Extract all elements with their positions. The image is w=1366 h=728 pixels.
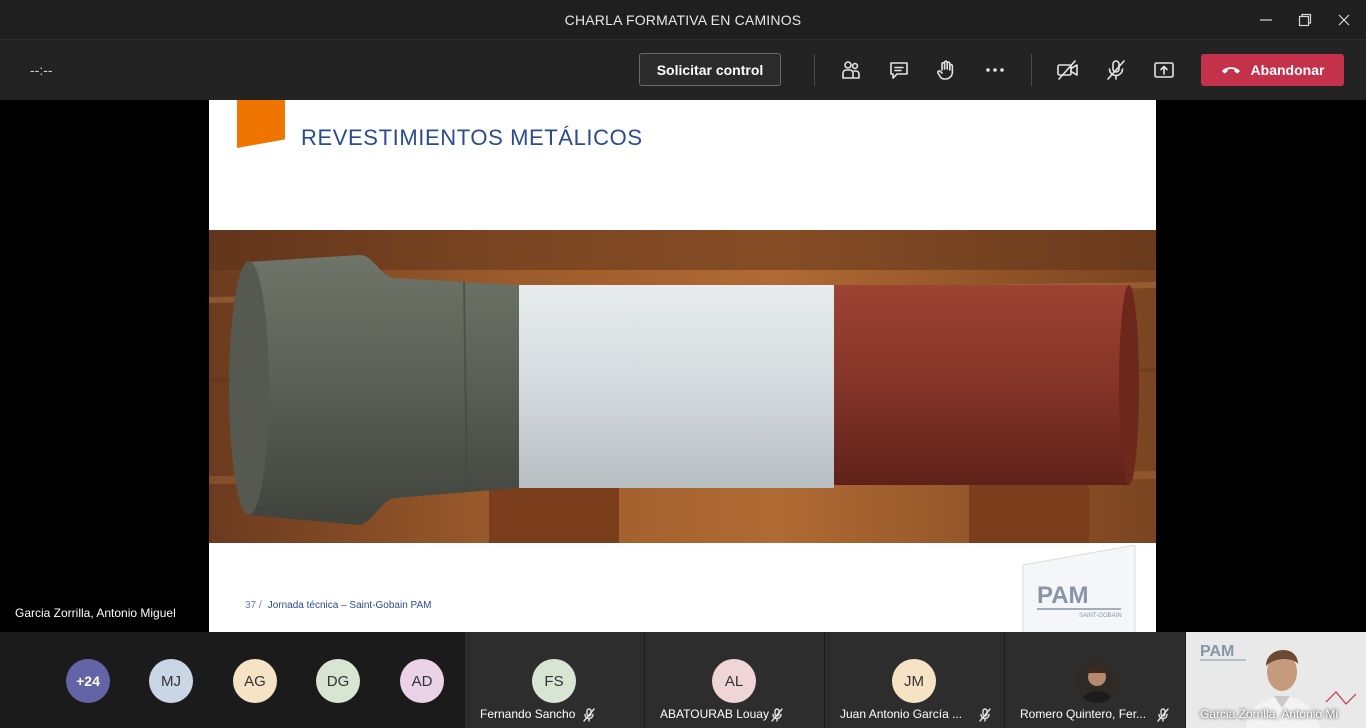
pam-logo: PAM SAINT-GOBAIN: [1021, 544, 1137, 632]
mic-muted-icon: [1156, 708, 1170, 722]
participant-avatar[interactable]: MJ: [149, 659, 193, 703]
presenter-video-tile[interactable]: PAM Garcia Zorrilla, Antonio Mi: [1186, 632, 1366, 728]
participant-avatar[interactable]: AD: [400, 659, 444, 703]
participant-avatar[interactable]: DG: [316, 659, 360, 703]
participant-tile[interactable]: Romero Quintero, Fer...: [1005, 632, 1185, 728]
phone-hangup-icon: [1221, 67, 1240, 74]
slide-title: REVESTIMIENTOS METÁLICOS: [301, 125, 643, 150]
shared-content-area: REVESTIMIENTOS METÁLICOS 37 / Jornada té…: [0, 100, 1366, 632]
participants-icon: [842, 61, 860, 79]
slide-footer: 37 / Jornada técnica – Saint-Gobain PAM: [245, 600, 431, 611]
participant-tile[interactable]: FS Fernando Sancho: [465, 632, 644, 728]
share-tray-icon: [1154, 62, 1174, 78]
pam-logo-text: PAM: [1037, 582, 1089, 609]
toolbar-divider: [814, 54, 815, 86]
restore-icon: [1298, 13, 1312, 27]
camera-off-icon: [1057, 60, 1078, 80]
participant-name: Juan Antonio García ...: [840, 707, 963, 721]
participant-tile[interactable]: AL ABATOURAB Louay: [645, 632, 824, 728]
participant-avatar[interactable]: AG: [233, 659, 277, 703]
mic-muted-icon: [770, 708, 784, 722]
mic-toggle-button[interactable]: [1103, 57, 1129, 83]
meeting-toolbar: --:-- Solicitar control Abandonar: [0, 40, 1366, 100]
pam-logo-subtext: SAINT-GOBAIN: [1079, 613, 1122, 619]
mic-off-icon: [1107, 60, 1125, 80]
more-participants-button[interactable]: +24: [66, 659, 110, 703]
pipe-coatings-photo: [209, 230, 1156, 543]
raise-hand-button[interactable]: [933, 57, 959, 83]
close-icon: [1338, 14, 1350, 26]
participant-tile[interactable]: JM Juan Antonio García ...: [825, 632, 1004, 728]
raise-hand-icon: [937, 60, 954, 80]
more-options-button[interactable]: [982, 57, 1008, 83]
request-control-button[interactable]: Solicitar control: [639, 53, 781, 86]
slide-page-number: 37 /: [245, 600, 262, 611]
title-bar: CHARLA FORMATIVA EN CAMINOS: [0, 0, 1366, 40]
camera-toggle-button[interactable]: [1055, 57, 1081, 83]
leave-button[interactable]: Abandonar: [1201, 54, 1344, 86]
share-tray-button[interactable]: [1151, 57, 1177, 83]
mic-muted-icon: [978, 708, 992, 722]
participant-initials: FS: [532, 659, 576, 703]
presentation-slide: REVESTIMIENTOS METÁLICOS 37 / Jornada té…: [209, 100, 1156, 632]
window-title: CHARLA FORMATIVA EN CAMINOS: [564, 12, 802, 28]
mic-muted-icon: [582, 708, 596, 722]
chat-icon: [890, 62, 908, 79]
presenter-tile-name: Garcia Zorrilla, Antonio Mi: [1200, 707, 1339, 721]
participant-name: Fernando Sancho: [480, 707, 576, 721]
toolbar-divider: [1031, 54, 1032, 86]
more-options-icon: [986, 68, 1004, 72]
close-button[interactable]: [1331, 8, 1357, 32]
participant-name: ABATOURAB Louay: [660, 707, 769, 721]
slide-accent-shape: [237, 100, 285, 148]
call-timer: --:--: [30, 62, 53, 78]
chat-button[interactable]: [886, 57, 912, 83]
presenter-name: Garcia Zorrilla, Antonio Miguel: [15, 606, 176, 620]
participants-strip: +24 MJ AG DG AD FS Fernando Sancho AL AB…: [0, 632, 1366, 728]
slide-footer-text: Jornada técnica – Saint-Gobain PAM: [267, 600, 432, 611]
participant-initials: AL: [712, 659, 756, 703]
minimize-button[interactable]: [1253, 8, 1279, 32]
participant-initials: JM: [892, 659, 936, 703]
restore-button[interactable]: [1292, 8, 1318, 32]
leave-label: Abandonar: [1250, 62, 1325, 78]
video-logo-text: PAM: [1200, 643, 1234, 660]
minimize-icon: [1260, 19, 1272, 21]
participant-name: Romero Quintero, Fer...: [1020, 707, 1147, 721]
participants-button[interactable]: [838, 57, 864, 83]
participant-photo-avatar: [1075, 659, 1119, 703]
